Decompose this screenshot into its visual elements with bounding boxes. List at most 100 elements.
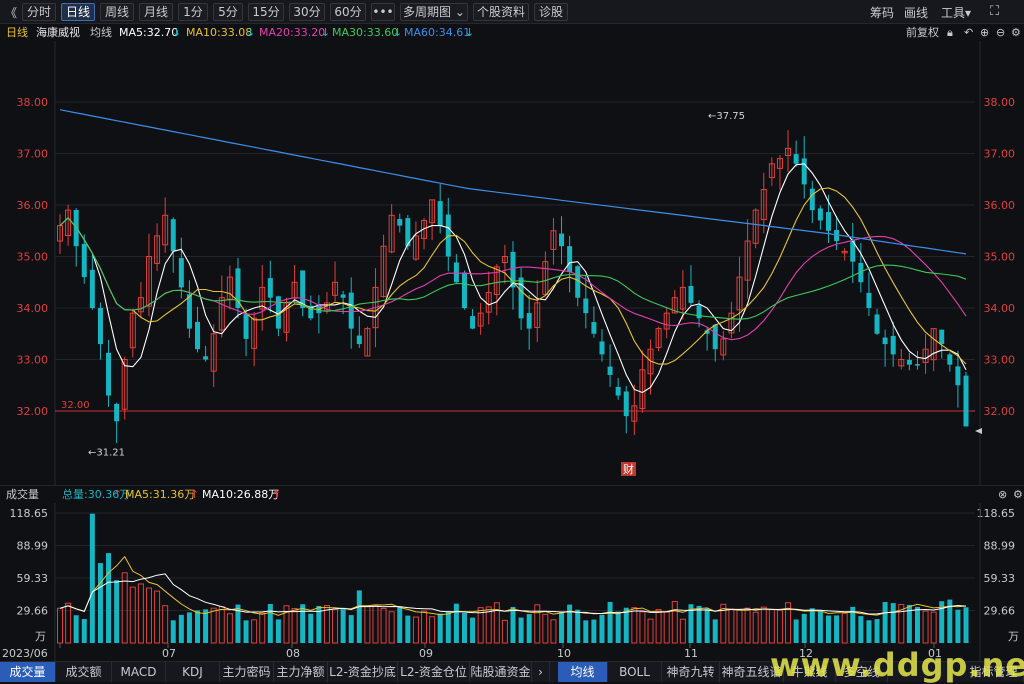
period-tab-15min[interactable]: 15分	[248, 3, 284, 21]
tab-main-code[interactable]: 主力密码	[220, 662, 274, 682]
price-tick-label-right: 32.00	[984, 405, 1016, 418]
volume-ma5-line	[59, 555, 967, 616]
restore-right-dropdown[interactable]: 前复权	[906, 24, 939, 41]
period-tab-5min[interactable]: 5分	[213, 3, 243, 21]
period-tab-minute[interactable]: 分时	[22, 3, 56, 21]
volume-bar	[308, 613, 314, 643]
volume-bar	[930, 611, 937, 644]
tab-kdj[interactable]: KDJ	[166, 662, 220, 682]
ma-label[interactable]: 均线	[90, 24, 112, 41]
ma20-value: MA20:33.20	[259, 26, 326, 39]
volume-bar	[356, 590, 362, 643]
volume-bar	[518, 617, 524, 643]
tab-main-net[interactable]: 主力净额	[274, 662, 328, 682]
volume-bar	[332, 608, 339, 644]
volume-chart[interactable]: 118.65 118.65 88.99 88.99 59.33 59.33 29.66 29.…	[0, 503, 1024, 661]
volume-bar	[251, 619, 258, 644]
tab-ma[interactable]: 均线	[558, 662, 608, 682]
more-periods-button[interactable]: •••	[371, 3, 395, 21]
candle-body	[688, 286, 694, 303]
volume-legend: 成交量 总量:30.36万 ↑ MA5:31.36万 ↑ MA10:26.88万…	[0, 486, 1024, 503]
multi-period-label: 多周期图	[403, 5, 452, 19]
tools-dropdown[interactable]: 工具▾	[941, 4, 971, 21]
settings-icon[interactable]: ⚙	[1013, 486, 1023, 503]
arrow-down-icon: ↓	[246, 26, 256, 39]
tab-volume[interactable]: 成交量	[0, 662, 56, 682]
volume-tick-label-right: 118.65	[977, 507, 1016, 520]
chips-button[interactable]: 筹码	[870, 4, 894, 21]
period-tab-30min[interactable]: 30分	[289, 3, 325, 21]
volume-title: 成交量	[6, 488, 39, 501]
lock-icon[interactable]: 🔒︎	[947, 24, 953, 41]
volume-bar	[817, 610, 823, 643]
tab-nine-turn[interactable]: 神奇九转	[662, 662, 720, 682]
diagnose-button[interactable]: 诊股	[534, 3, 568, 21]
price-tick-label-left: 33.00	[17, 354, 49, 367]
financial-report-label: 财	[623, 462, 634, 476]
volume-bar	[776, 609, 783, 644]
zoom-in-icon[interactable]: ⊕	[980, 24, 989, 41]
chevron-right-icon[interactable]: ›	[532, 662, 550, 682]
high-price-label: ←37.75	[708, 111, 745, 122]
candle-body	[437, 201, 443, 226]
volume-bar	[186, 612, 192, 643]
period-tab-daily[interactable]: 日线	[61, 3, 95, 21]
volume-unit-right: 万	[1008, 630, 1019, 643]
volume-bar	[890, 603, 896, 643]
volume-bar	[405, 615, 411, 643]
volume-bar	[178, 614, 184, 643]
back-button[interactable]: 《	[5, 4, 17, 21]
period-tab-1min[interactable]: 1分	[178, 3, 208, 21]
tab-boll[interactable]: BOLL	[608, 662, 662, 682]
undo-icon[interactable]: ↶	[964, 24, 973, 41]
stock-profile-button[interactable]: 个股资料	[473, 3, 529, 21]
volume-tick-label-right: 29.66	[984, 605, 1016, 618]
period-tab-weekly[interactable]: 周线	[100, 3, 134, 21]
candle-body	[243, 314, 249, 339]
volume-bar	[655, 609, 662, 644]
volume-bar	[559, 612, 565, 643]
volume-bar	[493, 602, 500, 644]
tab-l2-bottom[interactable]: L2-资金抄底	[328, 662, 398, 682]
fullscreen-icon[interactable]: ⛶	[990, 4, 999, 19]
price-chart[interactable]: 38.00 38.00 37.00 37.00 36.00 36.00 35.00 35.00…	[0, 41, 1024, 485]
candle-body	[97, 308, 103, 345]
volume-bar	[631, 607, 638, 644]
tab-hk-connect[interactable]: 陆股通资金	[470, 662, 532, 682]
period-label: 日线	[6, 26, 28, 39]
zoom-out-icon[interactable]: ⊖	[996, 24, 1005, 41]
date-label: 11	[684, 647, 698, 660]
volume-bar	[704, 608, 710, 643]
volume-tick-label-left: 118.65	[10, 507, 49, 520]
volume-bar	[809, 608, 815, 643]
period-tab-monthly[interactable]: 月线	[139, 3, 173, 21]
multi-period-dropdown[interactable]: 多周期图 ⌄	[400, 3, 468, 21]
volume-bar	[542, 613, 549, 644]
volume-bar	[195, 610, 201, 643]
candle-body	[567, 246, 573, 272]
volume-tick-label-left: 59.33	[17, 572, 49, 585]
volume-bar	[793, 619, 799, 643]
date-label: 09	[419, 647, 433, 660]
period-tab-60min[interactable]: 60分	[330, 3, 366, 21]
tab-macd[interactable]: MACD	[112, 662, 166, 682]
candle-body	[526, 313, 532, 329]
volume-bar	[768, 608, 775, 644]
candle-body	[809, 188, 815, 211]
tab-l2-position[interactable]: L2-资金仓位	[398, 662, 470, 682]
volume-bar	[647, 618, 654, 644]
volume-bar	[429, 616, 436, 644]
close-icon[interactable]: ⊗	[998, 486, 1007, 503]
arrow-up-icon: ↑	[272, 488, 282, 501]
settings-icon[interactable]: ⚙	[1011, 24, 1021, 41]
volume-bar	[583, 620, 589, 643]
date-label: 10	[557, 647, 571, 660]
draw-button[interactable]: 画线	[904, 4, 928, 21]
volume-bar	[470, 617, 476, 643]
ma60-line	[59, 109, 967, 255]
tab-turnover[interactable]: 成交额	[56, 662, 112, 682]
volume-bar	[210, 607, 217, 644]
volume-bar	[599, 614, 605, 643]
candle-body	[583, 298, 589, 314]
volume-bar	[922, 610, 929, 644]
